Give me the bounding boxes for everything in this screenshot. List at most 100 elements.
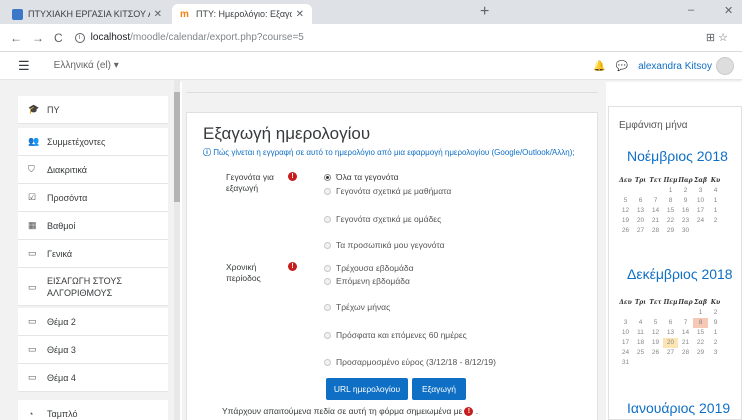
forward-arrow-icon[interactable]: → [32, 31, 44, 45]
calendar-day[interactable]: 12 [618, 206, 633, 216]
calendar-day[interactable]: 5 [618, 196, 633, 206]
radio-button[interactable] [324, 358, 331, 366]
calendar-day[interactable]: 15 [693, 328, 708, 338]
calendar-day[interactable]: 29 [663, 226, 678, 236]
messages-chat-icon[interactable]: 💬 [616, 61, 628, 72]
avatar[interactable] [716, 57, 734, 75]
calendar-day[interactable]: 22 [663, 216, 678, 226]
help-link[interactable]: ⓘ Πώς γίνεται η εγγραφή σε αυτό το ημερο… [203, 148, 583, 158]
calendar-day[interactable]: 1 [693, 308, 708, 318]
notifications-bell-icon[interactable]: 🔔 [593, 61, 605, 72]
close-tab-icon[interactable]: ✕ [296, 9, 304, 20]
radio-button[interactable] [324, 331, 331, 339]
calendar-day[interactable]: 2 [708, 216, 723, 226]
calendar-day[interactable]: 12 [648, 328, 663, 338]
radio-button[interactable] [324, 241, 331, 249]
calendar-day[interactable]: 25 [633, 348, 648, 358]
calendar-day[interactable]: 23 [678, 216, 693, 226]
month-title-january[interactable]: Ιανουάριος 2019 [627, 400, 730, 416]
calendar-day[interactable]: 28 [678, 348, 693, 358]
calendar-day[interactable]: 9 [708, 318, 723, 328]
translate-and-star-icons[interactable]: ⊞ ☆ [706, 31, 728, 44]
drawer-item-topic-4[interactable]: ▭ Θέμα 4 [18, 364, 168, 392]
calendar-day[interactable]: 24 [618, 348, 633, 358]
close-tab-icon[interactable]: ✕ [154, 9, 162, 20]
calendar-day[interactable]: 24 [693, 216, 708, 226]
calendar-day[interactable]: 26 [618, 226, 633, 236]
calendar-day[interactable]: 17 [693, 206, 708, 216]
calendar-day[interactable]: 20 [633, 216, 648, 226]
calendar-day[interactable]: 21 [648, 216, 663, 226]
calendar-day[interactable]: 6 [663, 318, 678, 328]
radio-period-next-week[interactable]: Επόμενη εβδομάδα [324, 276, 410, 286]
browser-tab-2[interactable]: m ΠΤΥ: Ημερολόγιο: Εξαγωγή ✕ [172, 4, 312, 24]
info-icon[interactable]: i [74, 32, 85, 43]
calendar-day[interactable]: 14 [648, 206, 663, 216]
calendar-day[interactable]: 31 [618, 358, 633, 368]
minimize-button[interactable]: – [688, 4, 694, 16]
calendar-day[interactable]: 15 [663, 206, 678, 216]
calendar-day[interactable]: 21 [678, 338, 693, 348]
calendar-day[interactable]: 30 [678, 226, 693, 236]
browser-tab-1[interactable]: ΠΤΥΧΙΑΚΗ ΕΡΓΑΣΙΑ ΚΙΤΣΟΥ ΑΛΕ ✕ [4, 4, 170, 24]
drawer-item-badges[interactable]: ⛉ Διακριτικά [18, 156, 168, 184]
calendar-day[interactable]: 2 [708, 338, 723, 348]
drawer-item-dashboard[interactable]: ◔ Ταμπλό [18, 400, 168, 420]
calendar-day[interactable]: 18 [633, 338, 648, 348]
radio-events-groups[interactable]: Γεγονότα σχετικά με ομάδες [324, 214, 441, 224]
calendar-day[interactable]: 1 [663, 186, 678, 196]
radio-period-60-days[interactable]: Πρόσφατα και επόμενες 60 ημέρες [324, 330, 467, 340]
language-selector[interactable]: Ελληνικά (el) ▾ [54, 60, 119, 71]
hamburger-menu-icon[interactable]: ☰ [18, 58, 30, 74]
radio-events-courses[interactable]: Γεγονότα σχετικά με μαθήματα [324, 186, 451, 196]
calendar-day[interactable]: 6 [633, 196, 648, 206]
calendar-day[interactable]: 2 [678, 186, 693, 196]
calendar-day[interactable]: 13 [633, 206, 648, 216]
main-scrollbar[interactable] [598, 80, 606, 420]
calendar-day[interactable]: 7 [648, 196, 663, 206]
calendar-day[interactable]: 27 [663, 348, 678, 358]
calendar-day[interactable]: 19 [648, 338, 663, 348]
calendar-day[interactable]: 8 [693, 318, 708, 328]
month-title-november[interactable]: Νοέμβριος 2018 [627, 148, 728, 164]
drawer-item-participants[interactable]: 👥 Συμμετέχοντες [18, 128, 168, 156]
calendar-day[interactable]: 20 [663, 338, 678, 348]
calendar-day[interactable]: 17 [618, 338, 633, 348]
reload-icon[interactable]: C [54, 31, 63, 45]
radio-button[interactable] [324, 187, 331, 195]
url-calendar-button[interactable]: URL ημερολογίου [326, 378, 408, 400]
calendar-day[interactable]: 19 [618, 216, 633, 226]
drawer-item-topic-3[interactable]: ▭ Θέμα 3 [18, 336, 168, 364]
radio-button[interactable] [324, 303, 331, 311]
radio-button[interactable] [324, 215, 331, 223]
radio-button[interactable] [324, 264, 331, 272]
calendar-day[interactable]: 5 [648, 318, 663, 328]
radio-events-personal[interactable]: Τα προσωπικά μου γεγονότα [324, 240, 445, 250]
calendar-day[interactable]: 22 [693, 338, 708, 348]
calendar-day[interactable]: 27 [633, 226, 648, 236]
back-arrow-icon[interactable]: ← [10, 31, 22, 45]
calendar-day[interactable]: 1 [708, 196, 723, 206]
drawer-item-competencies[interactable]: ☑ Προσόντα [18, 184, 168, 212]
calendar-day[interactable]: 7 [678, 318, 693, 328]
user-name[interactable]: alexandra Kitsoy [638, 61, 712, 72]
calendar-day[interactable]: 11 [633, 328, 648, 338]
drawer-item-intro-algorithms[interactable]: ▭ ΕΙΣΑΓΩΓΗ ΣΤΟΥΣ ΑΛΓΟΡΙΘΜΟΥΣ [18, 268, 168, 306]
window-close-button[interactable]: ✕ [724, 4, 733, 17]
calendar-day[interactable]: 16 [678, 206, 693, 216]
calendar-day[interactable]: 13 [663, 328, 678, 338]
calendar-day[interactable]: 3 [618, 318, 633, 328]
calendar-day[interactable]: 1 [708, 328, 723, 338]
radio-period-this-week[interactable]: Τρέχουσα εβδομάδα [324, 263, 414, 273]
month-title-december[interactable]: Δεκέμβριος 2018 [627, 266, 733, 282]
drawer-item-topic-2[interactable]: ▭ Θέμα 2 [18, 308, 168, 336]
calendar-day[interactable]: 29 [693, 348, 708, 358]
drawer-scrollbar[interactable] [174, 80, 180, 420]
drawer-item-general[interactable]: ▭ Γενικά [18, 240, 168, 268]
drawer-item-grades[interactable]: ▦ Βαθμοί [18, 212, 168, 240]
calendar-day[interactable]: 4 [708, 186, 723, 196]
calendar-day[interactable]: 10 [618, 328, 633, 338]
calendar-day[interactable]: 28 [648, 226, 663, 236]
calendar-day[interactable]: 26 [648, 348, 663, 358]
calendar-day[interactable]: 9 [678, 196, 693, 206]
